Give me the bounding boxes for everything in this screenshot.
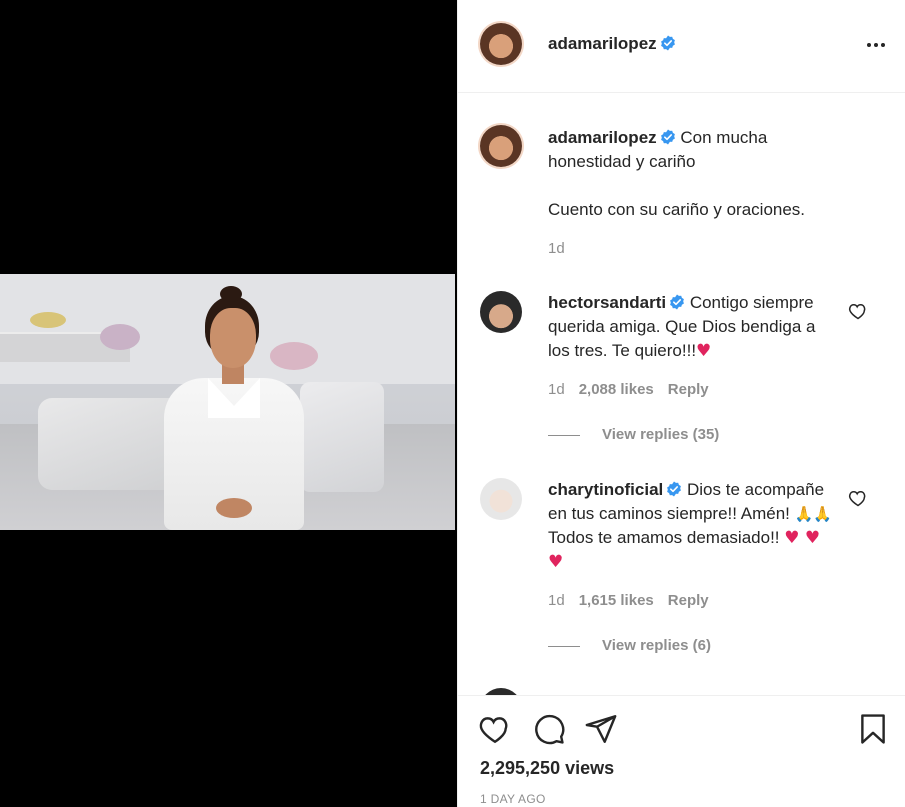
- verified-badge-icon: [660, 129, 675, 145]
- post-timestamp[interactable]: 1 DAY AGO: [480, 792, 546, 806]
- verified-badge-icon: [660, 35, 675, 51]
- caption-avatar[interactable]: [480, 125, 522, 167]
- heart-emoji: ♥: [696, 341, 712, 361]
- caption-username[interactable]: adamarilopez: [548, 128, 657, 147]
- video-person: [150, 286, 320, 530]
- person-face: [210, 308, 256, 368]
- comment-username[interactable]: hectorsandarti: [548, 293, 666, 312]
- share-icon[interactable]: [584, 712, 618, 746]
- more-options-button[interactable]: [864, 35, 888, 55]
- comment-time[interactable]: 1d: [548, 592, 565, 609]
- post-details-panel: adamarilopez adamarilopez Con mucha hone…: [457, 0, 905, 807]
- bookmark-icon[interactable]: [856, 712, 890, 746]
- comment-meta: 1d 2,088 likes Reply: [548, 381, 709, 398]
- comments-list[interactable]: adamarilopez Con mucha honestidad y cari…: [458, 94, 905, 695]
- view-replies-label[interactable]: View replies (35): [602, 426, 719, 443]
- author-username-text[interactable]: adamarilopez: [548, 34, 657, 53]
- person-hair-bun: [220, 286, 242, 302]
- author-username[interactable]: adamarilopez: [548, 34, 676, 54]
- pray-emoji: 🙏🙏: [794, 505, 832, 523]
- caption-text: adamarilopez Con mucha honestidad y cari…: [548, 126, 838, 222]
- more-options-dot: [881, 43, 885, 47]
- video-player[interactable]: [0, 274, 455, 530]
- author-avatar[interactable]: [480, 23, 522, 65]
- heart-icon[interactable]: [478, 712, 512, 746]
- comment-body-b: Todos te amamos demasiado!!: [548, 528, 780, 547]
- verified-badge-icon: [670, 294, 684, 310]
- reply-button[interactable]: Reply: [668, 381, 709, 398]
- comment-text: hectorsandarti Contigo siempre querida a…: [548, 291, 838, 363]
- verified-badge-icon: [667, 481, 682, 497]
- comment-like-heart-icon[interactable]: [848, 301, 868, 321]
- comment-icon[interactable]: [532, 712, 566, 746]
- post-header: adamarilopez: [458, 0, 905, 93]
- comment-likes[interactable]: 1,615 likes: [579, 592, 654, 609]
- reply-button[interactable]: Reply: [668, 592, 709, 609]
- caption-line-2: Cuento con su cariño y oraciones.: [548, 200, 806, 219]
- view-replies-line: [548, 645, 580, 647]
- person-hands: [216, 498, 252, 518]
- view-replies-label[interactable]: View replies (6): [602, 637, 711, 654]
- video-flowers-2: [30, 312, 66, 328]
- comment-meta: 1d 1,615 likes Reply: [548, 592, 709, 609]
- video-flowers-1: [100, 324, 140, 350]
- caption-meta: 1d: [548, 240, 565, 257]
- comment-time[interactable]: 1d: [548, 381, 565, 398]
- next-comment-avatar-partial: [480, 688, 522, 695]
- more-options-dot: [874, 43, 878, 47]
- more-options-icon: [867, 43, 871, 47]
- media-panel: [0, 0, 457, 807]
- view-replies-line: [548, 434, 580, 436]
- comment-like-heart-icon[interactable]: [848, 488, 868, 508]
- commenter-avatar[interactable]: [480, 291, 522, 333]
- comment-text: charytinoficial Dios te acompañe en tus …: [548, 478, 838, 574]
- view-replies-button[interactable]: View replies (35): [548, 426, 719, 443]
- post-actions: 2,295,250 views 1 DAY AGO: [458, 695, 905, 807]
- commenter-avatar[interactable]: [480, 478, 522, 520]
- view-replies-button[interactable]: View replies (6): [548, 637, 711, 654]
- comment-username[interactable]: charytinoficial: [548, 480, 663, 499]
- view-count[interactable]: 2,295,250 views: [480, 758, 614, 779]
- comment-likes[interactable]: 2,088 likes: [579, 381, 654, 398]
- caption-time[interactable]: 1d: [548, 240, 565, 257]
